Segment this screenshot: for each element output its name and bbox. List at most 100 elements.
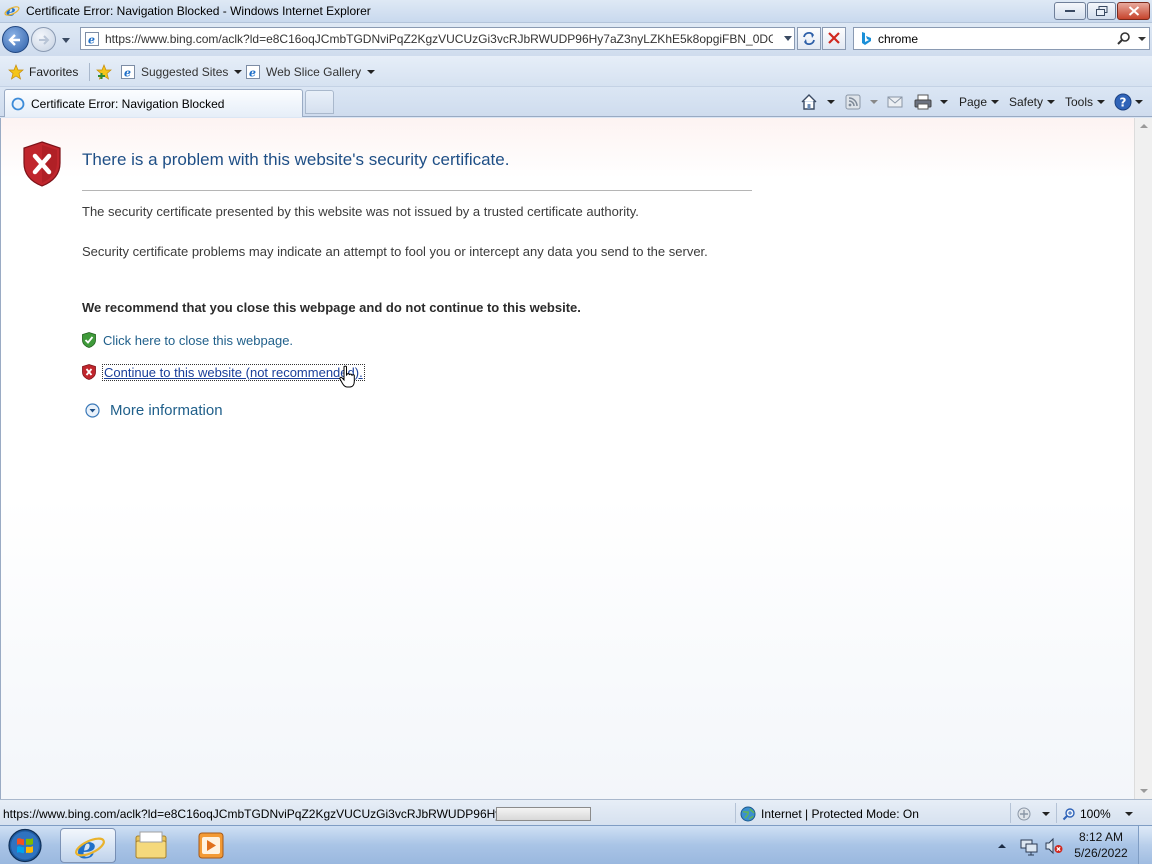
home-button[interactable] (800, 92, 835, 112)
ie-logo-icon: e (4, 3, 20, 19)
status-separator (1010, 803, 1011, 823)
restore-button[interactable] (1087, 2, 1116, 20)
chevron-down-icon (1124, 812, 1133, 816)
network-icon[interactable] (1019, 836, 1039, 856)
help-icon: ? (1114, 93, 1132, 111)
tab-row: Certificate Error: Navigation Blocked Pa… (0, 87, 1152, 117)
page-content: There is a problem with this website's s… (0, 118, 1134, 799)
volume-muted-icon[interactable] (1044, 836, 1064, 856)
help-button[interactable]: ? (1114, 92, 1143, 112)
vertical-scrollbar[interactable] (1134, 118, 1152, 799)
globe-icon (740, 806, 756, 822)
star-icon (8, 64, 24, 80)
folder-icon (135, 831, 167, 859)
web-slice-gallery-button[interactable]: e Web Slice Gallery (245, 63, 376, 81)
search-input[interactable] (878, 30, 1108, 48)
show-hidden-icons-icon[interactable] (995, 839, 1009, 853)
read-mail-button[interactable] (887, 92, 903, 112)
chevron-down-icon (1047, 100, 1056, 104)
chevron-down-icon[interactable] (940, 100, 948, 104)
add-to-favorites-bar-button[interactable] (96, 63, 114, 81)
recent-pages-dropdown-icon[interactable] (59, 34, 73, 48)
chevron-down-icon (367, 70, 376, 74)
taskbar-media-player[interactable] (183, 828, 239, 863)
protected-mode-icon[interactable] (1015, 806, 1033, 822)
security-warning-message: Security certificate problems may indica… (82, 244, 708, 259)
recommendation-text: We recommend that you close this webpage… (82, 300, 581, 315)
hand-cursor-icon (339, 365, 355, 388)
status-bar: https://www.bing.com/aclk?ld=e8C16oqJCmb… (0, 799, 1152, 825)
address-bar[interactable]: e (80, 27, 795, 50)
close-icon (1128, 6, 1139, 16)
search-box[interactable] (853, 27, 1150, 50)
navigation-bar: e (0, 23, 1152, 56)
page-icon: e (85, 32, 99, 47)
more-information-toggle[interactable]: More information (85, 399, 223, 421)
window-title: Certificate Error: Navigation Blocked - … (26, 4, 371, 18)
web-slice-gallery-label: Web Slice Gallery (266, 65, 362, 79)
search-dropdown-icon[interactable] (1136, 32, 1148, 46)
chevron-down-icon[interactable] (827, 100, 835, 104)
close-webpage-row: Click here to close this webpage. (82, 330, 293, 350)
chevron-down-icon[interactable] (1042, 812, 1050, 816)
page-load-progress-bar (496, 807, 591, 821)
status-separator (1056, 803, 1057, 823)
tab-label: Certificate Error: Navigation Blocked (31, 97, 225, 111)
page-menu-button[interactable]: Page (959, 92, 1000, 112)
favorites-button[interactable]: Favorites (8, 63, 78, 81)
forward-button[interactable] (31, 27, 56, 52)
taskbar: e 8:12 AM 5/26/2022 (0, 825, 1152, 864)
continue-to-website-link[interactable]: Continue to this website (not recommende… (102, 363, 365, 381)
suggested-sites-button[interactable]: e Suggested Sites (120, 63, 243, 81)
safety-menu-label: Safety (1009, 95, 1044, 109)
status-url-text: https://www.bing.com/aclk?ld=e8C16oqJCmb… (3, 807, 508, 821)
taskbar-windows-explorer[interactable] (123, 828, 179, 863)
svg-text:e: e (88, 34, 95, 47)
start-button[interactable] (3, 827, 46, 864)
taskbar-internet-explorer[interactable]: e (60, 828, 116, 864)
tools-menu-button[interactable]: Tools (1065, 92, 1106, 112)
continue-row: Continue to this website (not recommende… (82, 362, 365, 382)
address-input[interactable] (105, 30, 773, 48)
feeds-button[interactable] (845, 92, 878, 112)
zoom-level-label: 100% (1080, 807, 1111, 821)
title-bar: e Certificate Error: Navigation Blocked … (0, 0, 1152, 23)
chevron-down-icon[interactable] (870, 100, 878, 104)
media-player-icon (198, 832, 224, 859)
zoom-level-button[interactable]: 100% (1062, 805, 1133, 823)
page-menu-label: Page (959, 95, 988, 109)
scroll-down-arrow-icon[interactable] (1140, 789, 1148, 793)
add-favorite-icon (96, 64, 112, 80)
new-tab-button[interactable] (305, 90, 334, 114)
address-dropdown-icon[interactable] (781, 32, 795, 46)
scroll-up-arrow-icon[interactable] (1140, 124, 1148, 128)
minimize-button[interactable] (1054, 2, 1086, 20)
page-title: There is a problem with this website's s… (82, 150, 510, 169)
search-icon[interactable] (1116, 31, 1132, 47)
tab-certificate-error[interactable]: Certificate Error: Navigation Blocked (4, 89, 303, 117)
show-desktop-button[interactable] (1138, 826, 1152, 864)
heading-divider (82, 190, 752, 191)
clock-date: 5/26/2022 (1074, 846, 1128, 860)
back-button[interactable] (2, 26, 29, 53)
stop-icon (828, 32, 840, 44)
red-shield-icon (82, 364, 96, 380)
system-clock[interactable]: 8:12 AM 5/26/2022 (1066, 829, 1136, 861)
close-webpage-link[interactable]: Click here to close this webpage. (103, 333, 293, 348)
security-zone[interactable]: Internet | Protected Mode: On (740, 805, 919, 823)
svg-text:e: e (124, 67, 131, 80)
restore-icon (1095, 6, 1107, 16)
safety-menu-button[interactable]: Safety (1009, 92, 1056, 112)
mail-icon (887, 96, 903, 108)
status-separator (735, 803, 736, 823)
ie-page-icon: e (121, 65, 135, 80)
expand-circle-icon (85, 402, 100, 418)
refresh-icon (803, 32, 815, 45)
stop-button[interactable] (822, 27, 846, 50)
refresh-button[interactable] (797, 27, 821, 50)
magnifier-icon (1062, 808, 1075, 821)
security-zone-label: Internet | Protected Mode: On (761, 807, 919, 821)
close-window-button[interactable] (1117, 2, 1150, 20)
print-button[interactable] (914, 92, 948, 112)
back-arrow-icon (8, 34, 20, 46)
